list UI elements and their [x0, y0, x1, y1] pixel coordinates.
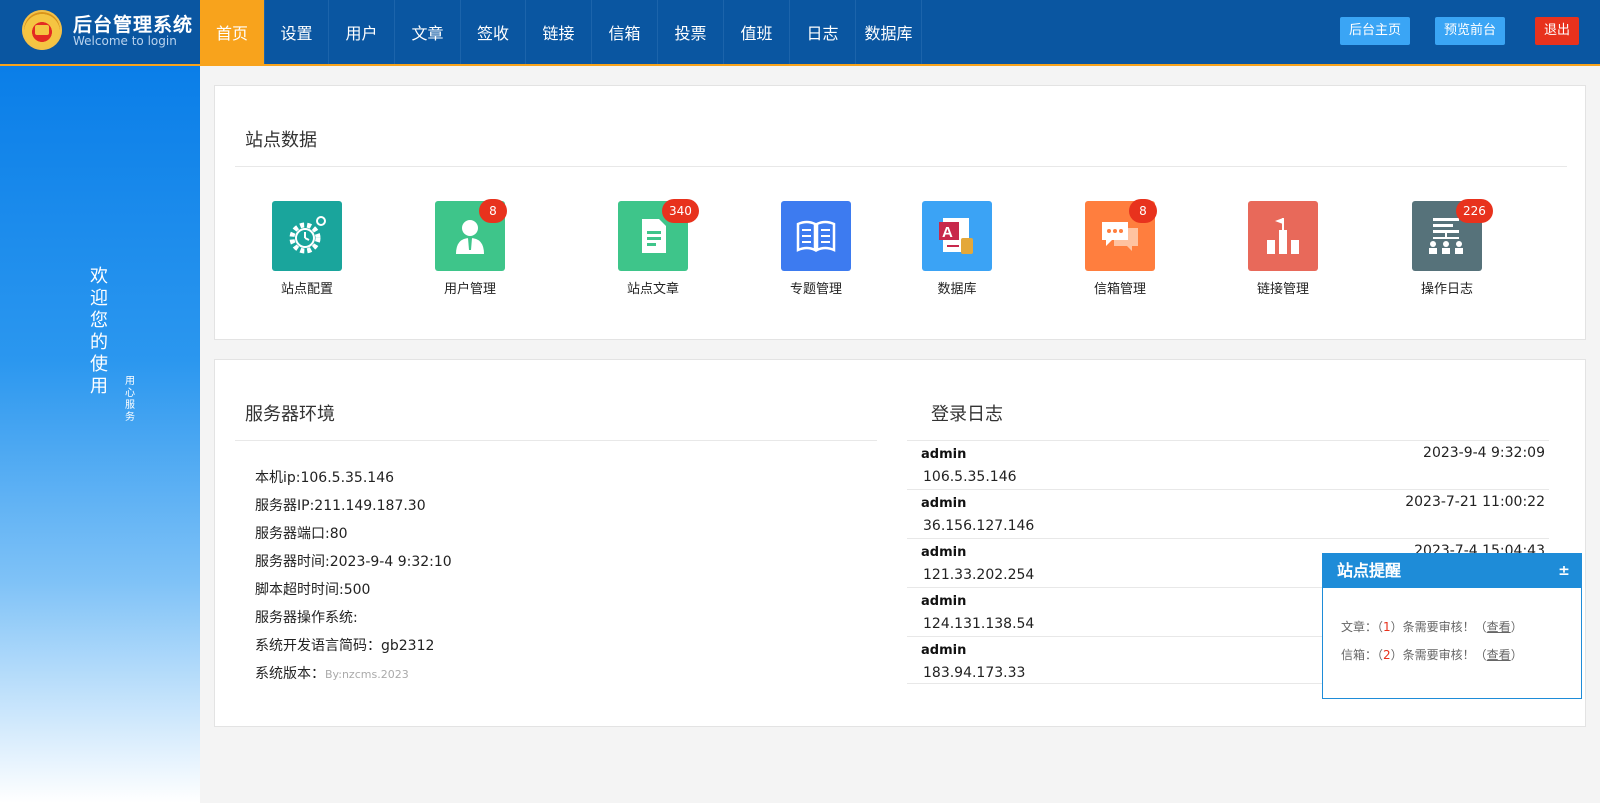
mailbox-prefix: 信箱：（ [1341, 648, 1384, 662]
shortcut-database[interactable]: A 数据库 [897, 201, 1017, 297]
system-version-line: 系统版本：By:nzcms.2023 [255, 663, 409, 683]
popup-header: 站点提醒 ± [1323, 554, 1581, 588]
log-time: 2023-9-4 9:32:09 [1423, 445, 1545, 461]
log-ip: 124.131.138.54 [923, 616, 1035, 632]
local-ip-line: 本机ip:106.5.35.146 [255, 470, 395, 486]
log-user: admin [921, 496, 967, 511]
server-port-line: 服务器端口:80 [255, 526, 348, 542]
shortcut-label: 专题管理 [789, 282, 842, 297]
svg-text:A: A [942, 224, 953, 241]
mailbox-view-link[interactable]: 查看 [1487, 648, 1511, 662]
server-time-line: 服务器时间:2023-9-4 9:32:10 [255, 554, 452, 570]
shortcut-label: 数据库 [937, 282, 977, 297]
article-count-badge: 340 [662, 199, 699, 223]
log-user: admin [921, 545, 967, 560]
mailbox-end: ） [1510, 648, 1523, 662]
site-data-panel: 站点数据 站点配置 8 用户管理 340 站点文章 专题管理 A 数据库 8 信… [214, 85, 1586, 340]
brand-subtitle: Welcome to login [73, 34, 177, 48]
main-nav: 首页 设置 用户 文章 签收 链接 信箱 投票 值班 日志 数据库 [200, 0, 922, 64]
book-icon [781, 201, 851, 271]
article-suffix: ）条需要审核！（ [1390, 620, 1487, 634]
divider [235, 440, 877, 441]
top-header: 后台管理系统 Welcome to login 首页 设置 用户 文章 签收 链… [0, 0, 1600, 66]
logout-button[interactable]: 退出 [1535, 17, 1580, 45]
shortcut-label: 链接管理 [1256, 282, 1309, 297]
gear-clock-icon [272, 201, 342, 271]
log-time: 2023-7-21 11:00:22 [1405, 494, 1545, 510]
nav-duty[interactable]: 值班 [724, 0, 790, 64]
police-emblem-logo [22, 10, 62, 50]
operation-log-count-badge: 226 [1456, 199, 1493, 223]
shortcut-label: 操作日志 [1420, 282, 1473, 297]
log-ip: 183.94.173.33 [923, 665, 1026, 681]
nav-logs[interactable]: 日志 [790, 0, 856, 64]
user-count-badge: 8 [479, 199, 507, 223]
article-prefix: 文章：（ [1341, 620, 1384, 634]
admin-home-button[interactable]: 后台主页 [1340, 17, 1411, 45]
shortcut-label: 站点文章 [626, 282, 679, 297]
shortcut-operation-log[interactable]: 226 操作日志 [1387, 199, 1507, 297]
script-timeout-line: 脚本超时时间:500 [255, 582, 371, 598]
shortcut-site-articles[interactable]: 340 站点文章 [593, 199, 713, 297]
article-view-link[interactable]: 查看 [1487, 620, 1511, 634]
nav-users[interactable]: 用户 [329, 0, 395, 64]
login-log-title: 登录日志 [931, 404, 1003, 425]
system-version-label: 系统版本： [255, 666, 325, 682]
log-ip: 36.156.127.146 [923, 518, 1035, 534]
divider [235, 166, 1567, 167]
preview-frontend-button[interactable]: 预览前台 [1435, 17, 1506, 45]
article-end: ） [1510, 620, 1523, 634]
nav-vote[interactable]: 投票 [658, 0, 724, 64]
nav-database[interactable]: 数据库 [856, 0, 922, 64]
nav-links[interactable]: 链接 [526, 0, 592, 64]
sitemap-icon: 226 [1412, 199, 1493, 271]
welcome-text: 欢迎您的使用 [90, 266, 108, 397]
mailbox-suffix: ）条需要审核！（ [1390, 648, 1487, 662]
popup-title: 站点提醒 [1337, 561, 1402, 580]
nav-articles[interactable]: 文章 [395, 0, 461, 64]
shortcut-label: 信箱管理 [1093, 282, 1146, 297]
login-log-row: admin 2023-7-21 11:00:22 36.156.127.146 [907, 489, 1549, 537]
mailbox-count-badge: 8 [1129, 199, 1157, 223]
bar-flag-icon [1248, 201, 1318, 271]
mailbox-review-line: 信箱：（2）条需要审核！（查看） [1341, 646, 1523, 663]
nav-home[interactable]: 首页 [200, 0, 265, 64]
shortcut-user-manage[interactable]: 8 用户管理 [410, 199, 530, 297]
sidebar: 欢迎您的使用 用心服务 [0, 66, 200, 803]
shortcut-topic-manage[interactable]: 专题管理 [756, 201, 876, 297]
chat-icon: 8 [1085, 199, 1157, 271]
shortcut-link-manage[interactable]: 链接管理 [1223, 201, 1343, 297]
access-database-icon: A [922, 201, 992, 271]
article-review-count: 1 [1383, 620, 1391, 634]
log-user: admin [921, 447, 967, 462]
popup-toggle-button[interactable]: ± [1547, 554, 1581, 588]
log-user: admin [921, 643, 967, 658]
log-user: admin [921, 594, 967, 609]
mailbox-review-count: 2 [1383, 648, 1391, 662]
server-env-title: 服务器环境 [245, 404, 335, 425]
article-review-line: 文章：（1）条需要审核！（查看） [1341, 618, 1523, 635]
language-code-line: 系统开发语言简码：gb2312 [255, 638, 435, 654]
shortcut-mailbox-manage[interactable]: 8 信箱管理 [1060, 199, 1180, 297]
system-version-value: By:nzcms.2023 [325, 668, 409, 681]
brand-title: 后台管理系统 [73, 14, 194, 36]
log-ip: 106.5.35.146 [923, 469, 1017, 485]
site-reminder-popup: 站点提醒 ± 文章：（1）条需要审核！（查看） 信箱：（2）条需要审核！（查看） [1322, 553, 1582, 699]
document-icon: 340 [618, 199, 699, 271]
nav-mailbox[interactable]: 信箱 [592, 0, 658, 64]
nav-signin[interactable]: 签收 [461, 0, 526, 64]
site-data-title: 站点数据 [245, 130, 317, 151]
shortcut-site-config[interactable]: 站点配置 [247, 201, 367, 297]
login-log-row: admin 2023-9-4 9:32:09 106.5.35.146 [907, 440, 1549, 488]
shortcut-label: 用户管理 [443, 282, 496, 297]
server-os-line: 服务器操作系统: [255, 610, 358, 626]
server-ip-line: 服务器IP:211.149.187.30 [255, 498, 426, 514]
service-text: 用心服务 [125, 376, 135, 423]
shortcut-label: 站点配置 [280, 282, 333, 297]
user-icon: 8 [435, 199, 507, 271]
log-ip: 121.33.202.254 [923, 567, 1035, 583]
nav-settings[interactable]: 设置 [265, 0, 329, 64]
